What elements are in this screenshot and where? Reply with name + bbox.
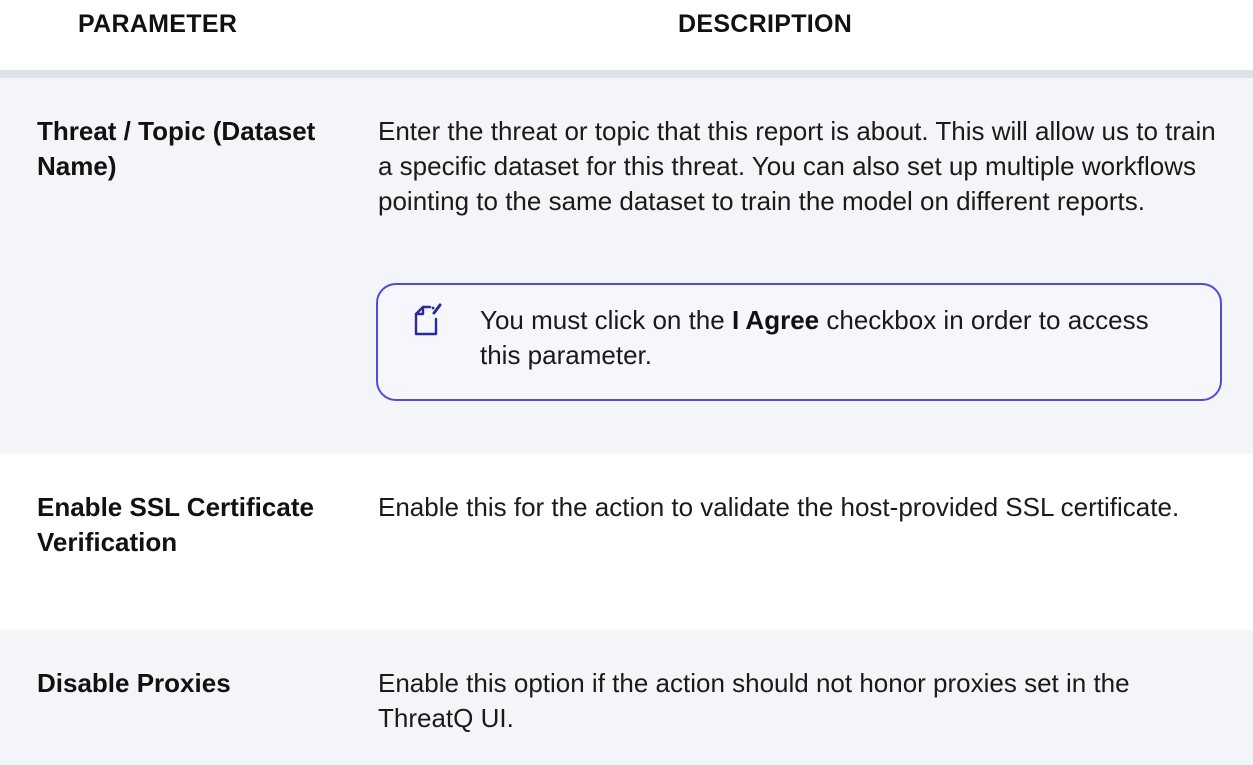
parameter-description: Enable this for the action to validate t… [378, 492, 1180, 522]
parameter-name: Disable Proxies [37, 668, 231, 698]
table-header: PARAMETER DESCRIPTION [0, 0, 1253, 78]
parameter-name: Enable SSL Certificate Verification [37, 492, 314, 557]
header-description: DESCRIPTION [678, 10, 853, 38]
note-text: You must click on the I Agree checkbox i… [480, 303, 1180, 373]
table-row: Disable Proxies Enable this option if th… [0, 630, 1253, 765]
note-text-bold: I Agree [731, 305, 820, 335]
parameter-name: Threat / Topic (Dataset Name) [37, 116, 316, 181]
table-row: Enable SSL Certificate Verification Enab… [0, 454, 1253, 630]
parameter-description: Enter the threat or topic that this repo… [378, 116, 1216, 216]
table-row: Threat / Topic (Dataset Name) Enter the … [0, 78, 1253, 454]
note-text-before: You must click on the [480, 305, 732, 335]
parameter-table: PARAMETER DESCRIPTION Threat / Topic (Da… [0, 0, 1253, 765]
parameter-description: Enable this option if the action should … [378, 668, 1130, 733]
note-pencil-icon [414, 303, 442, 336]
header-parameter: PARAMETER [78, 10, 238, 38]
note-callout: You must click on the I Agree checkbox i… [376, 283, 1222, 401]
